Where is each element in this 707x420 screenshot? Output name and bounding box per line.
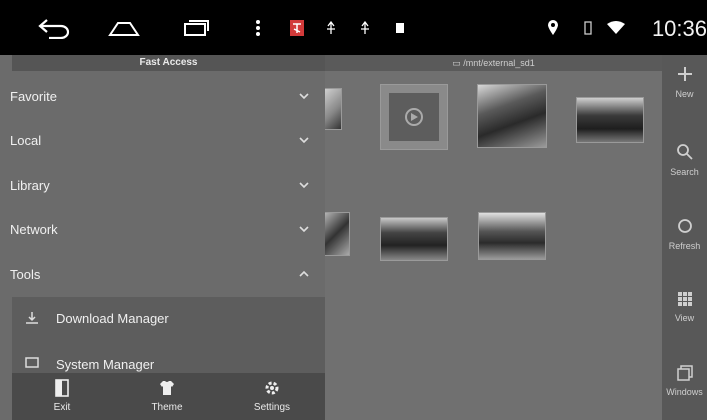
chevron-down-icon — [299, 226, 309, 233]
action-label: Windows — [666, 387, 703, 397]
file-thumbnail[interactable] — [380, 217, 448, 261]
fast-access-drawer: Fast Access Favorite Local Library Netwo… — [10, 55, 325, 420]
video-thumbnail[interactable] — [380, 84, 448, 150]
tool-download-manager[interactable]: Download Manager — [12, 297, 325, 341]
theme-icon — [160, 381, 174, 395]
action-bar: New Search Refresh View Windows — [662, 55, 707, 420]
app-notification-icon — [288, 13, 306, 43]
file-thumbnail[interactable] — [322, 212, 350, 256]
footer-label: Settings — [253, 402, 291, 413]
sd-card-icon — [392, 13, 408, 43]
section-label: Network — [10, 222, 58, 237]
exit-icon — [55, 379, 69, 397]
footer-label: Theme — [151, 402, 183, 413]
recent-apps-icon[interactable] — [176, 13, 216, 43]
wifi-icon — [604, 13, 628, 43]
vibrate-icon — [580, 13, 596, 43]
windows-button[interactable]: Windows — [662, 365, 707, 397]
section-label: Tools — [10, 267, 41, 282]
action-label: Refresh — [668, 241, 701, 251]
action-label: New — [675, 89, 694, 99]
screen: 10:36 ▭ /mnt/external_sd1 New Search Ref… — [0, 0, 707, 420]
windows-icon — [676, 365, 693, 381]
section-tools[interactable]: Tools — [0, 253, 325, 297]
status-bar: 10:36 — [0, 0, 707, 55]
search-icon — [676, 144, 693, 160]
section-label: Favorite — [10, 89, 57, 104]
theme-button[interactable]: Theme — [127, 379, 207, 413]
exit-button[interactable]: Exit — [22, 379, 102, 413]
system-manager-icon — [25, 357, 39, 368]
chevron-down-icon — [299, 182, 309, 189]
usb-icon-2 — [356, 13, 374, 43]
tool-label: System Manager — [56, 357, 155, 372]
current-path: /mnt/external_sd1 — [463, 58, 535, 68]
tool-system-manager[interactable]: System Manager — [12, 341, 325, 373]
settings-button[interactable]: Settings — [232, 379, 312, 413]
section-favorite[interactable]: Favorite — [0, 75, 325, 119]
plus-icon — [677, 67, 692, 81]
clock: 10:36 — [651, 16, 707, 41]
section-local[interactable]: Local — [0, 119, 325, 163]
path-bar[interactable]: ▭ /mnt/external_sd1 — [325, 55, 662, 71]
chevron-up-icon — [299, 270, 309, 277]
file-thumbnail[interactable] — [478, 212, 546, 260]
drawer-title: Fast Access — [12, 55, 325, 71]
refresh-icon — [677, 219, 692, 233]
overflow-menu-icon[interactable] — [250, 13, 266, 43]
new-button[interactable]: New — [662, 65, 707, 99]
back-icon[interactable] — [34, 13, 74, 43]
download-icon — [26, 312, 38, 324]
play-icon — [389, 93, 439, 141]
action-label: Search — [670, 167, 699, 177]
view-button[interactable]: View — [662, 291, 707, 323]
file-thumbnail[interactable] — [477, 84, 547, 148]
grid-icon — [677, 292, 692, 306]
usb-icon — [322, 13, 340, 43]
drawer-footer: Exit Theme Settings — [12, 373, 325, 420]
section-library[interactable]: Library — [0, 164, 325, 208]
folder-icon: ▭ — [452, 58, 464, 68]
file-thumbnail[interactable] — [576, 97, 644, 143]
gear-icon — [265, 381, 279, 395]
tool-label: Download Manager — [56, 311, 169, 326]
section-network[interactable]: Network — [0, 208, 325, 252]
action-label: View — [674, 313, 695, 323]
footer-label: Exit — [53, 402, 71, 413]
section-label: Local — [10, 133, 42, 148]
refresh-button[interactable]: Refresh — [662, 217, 707, 251]
home-icon[interactable] — [104, 13, 144, 43]
chevron-down-icon — [299, 137, 309, 144]
search-button[interactable]: Search — [662, 143, 707, 177]
chevron-down-icon — [299, 93, 309, 100]
section-label: Library — [10, 178, 50, 193]
location-icon — [544, 13, 562, 43]
